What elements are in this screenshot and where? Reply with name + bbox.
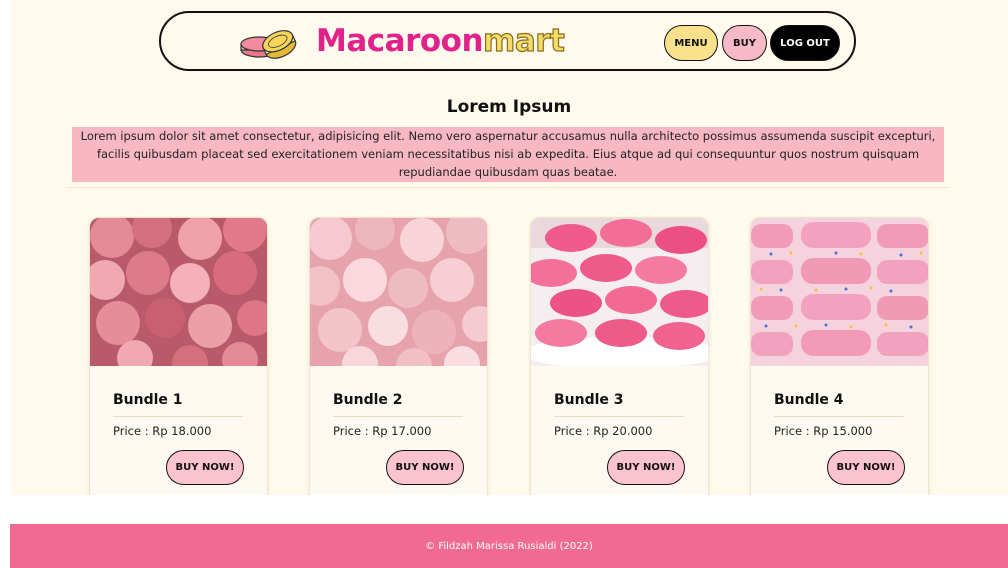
card-divider <box>554 416 684 417</box>
brand-name-part2: mart <box>482 22 565 59</box>
product-price: Price : Rp 15.000 <box>774 424 873 438</box>
macaron-stack-photo <box>531 218 708 366</box>
product-title: Bundle 4 <box>774 392 844 408</box>
page-viewport: Macaroonmart MENU BUY LOG OUT Lorem Ipsu… <box>10 0 1008 495</box>
menu-button[interactable]: MENU <box>664 25 718 61</box>
buy-now-button[interactable]: BUY NOW! <box>386 450 464 485</box>
buy-now-button[interactable]: BUY NOW! <box>607 450 685 485</box>
sprinkle-macarons-photo <box>751 218 928 366</box>
product-price: Price : Rp 17.000 <box>333 424 432 438</box>
pink-macarons-photo <box>90 218 267 366</box>
brand-name-part1: Macaroon <box>316 23 484 59</box>
pale-pink-macarons-photo <box>310 218 487 366</box>
product-card-1: Bundle 1 Price : Rp 18.000 BUY NOW! <box>89 217 268 495</box>
logout-button[interactable]: LOG OUT <box>770 25 840 61</box>
section-divider <box>68 187 948 188</box>
product-price: Price : Rp 18.000 <box>113 424 212 438</box>
product-card-4: Bundle 4 Price : Rp 15.000 BUY NOW! <box>750 217 929 495</box>
macaron-icon <box>240 30 297 59</box>
buy-button[interactable]: BUY <box>722 25 767 61</box>
product-title: Bundle 2 <box>333 392 403 408</box>
product-title: Bundle 3 <box>554 392 624 408</box>
intro-title: Lorem Ipsum <box>446 97 572 117</box>
footer: © Fildzah Marissa Rusialdi (2022) <box>10 524 1008 568</box>
intro-text: Lorem ipsum dolor sit amet consectetur, … <box>72 127 944 182</box>
product-card-2: Bundle 2 Price : Rp 17.000 BUY NOW! <box>309 217 488 495</box>
brand-logo-text[interactable]: Macaroonmart <box>316 22 565 60</box>
product-title: Bundle 1 <box>113 392 183 408</box>
card-divider <box>333 416 463 417</box>
card-divider <box>113 416 243 417</box>
product-card-3: Bundle 3 Price : Rp 20.000 BUY NOW! <box>530 217 709 495</box>
footer-copyright: © Fildzah Marissa Rusialdi (2022) <box>425 540 593 552</box>
card-divider <box>774 416 904 417</box>
buy-now-button[interactable]: BUY NOW! <box>827 450 905 485</box>
product-price: Price : Rp 20.000 <box>554 424 653 438</box>
buy-now-button[interactable]: BUY NOW! <box>166 450 244 485</box>
navbar: Macaroonmart MENU BUY LOG OUT <box>159 11 856 71</box>
